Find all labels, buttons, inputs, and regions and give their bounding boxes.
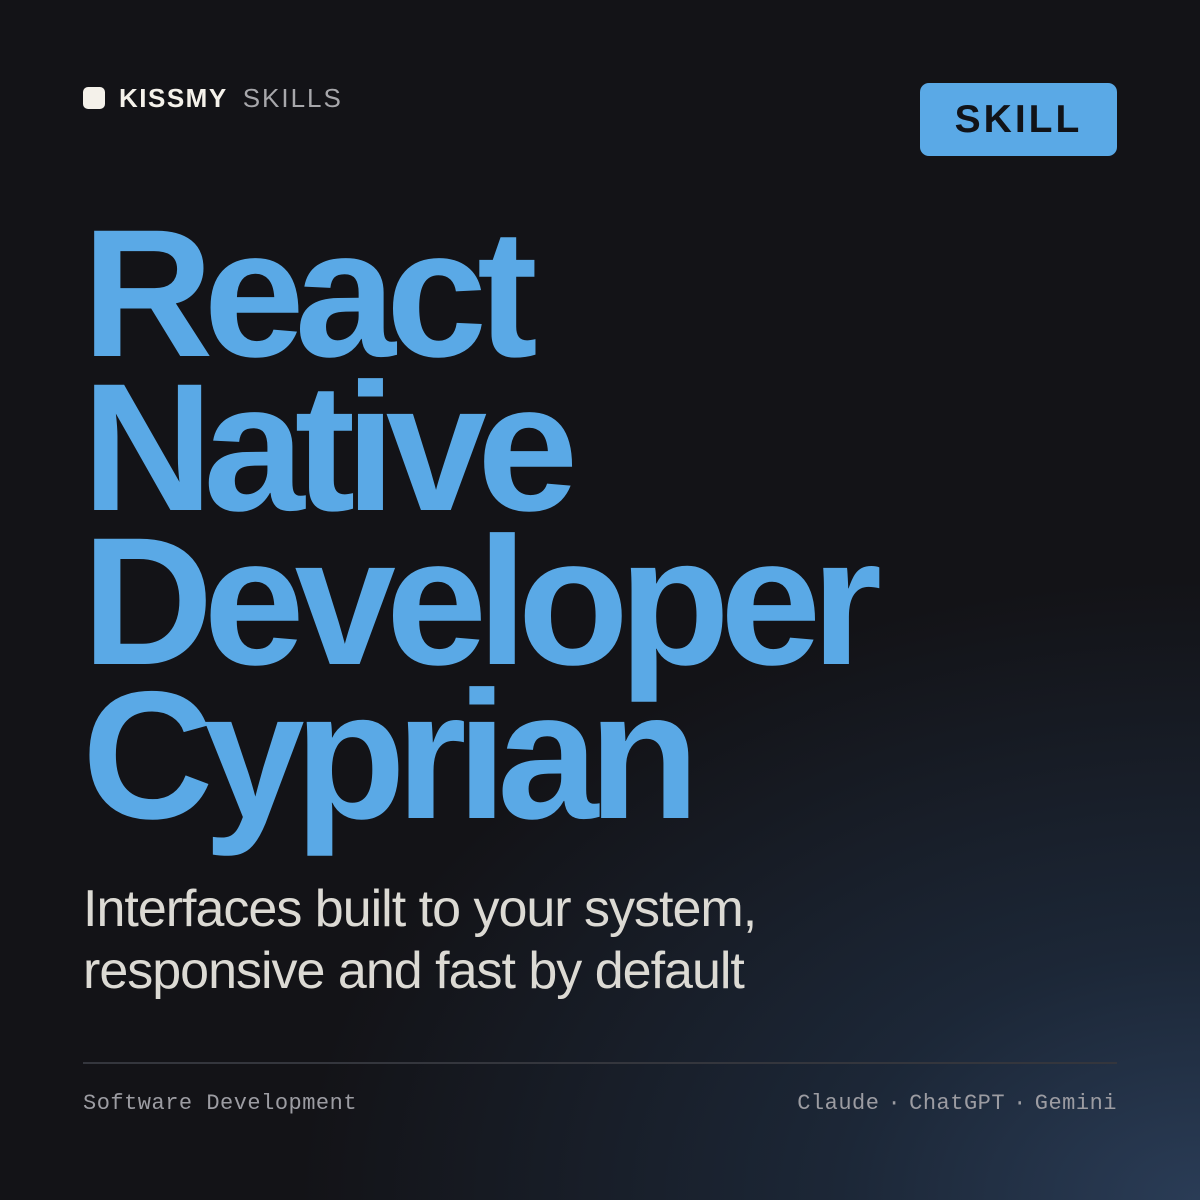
tagline-line: responsive and fast by default bbox=[83, 942, 745, 1000]
brand-square-icon bbox=[83, 87, 105, 109]
brand-subtitle: SKILLS bbox=[242, 82, 343, 113]
brand-logo: KISSMY SKILLS bbox=[83, 82, 343, 113]
platform-item: Claude bbox=[797, 1091, 880, 1116]
tagline-line: Interfaces built to your system, bbox=[83, 880, 757, 938]
category-label: Software Development bbox=[83, 1091, 358, 1116]
platform-item: ChatGPT bbox=[909, 1091, 1006, 1116]
separator-dot: · bbox=[1013, 1091, 1027, 1116]
separator-dot: · bbox=[887, 1091, 902, 1116]
platform-item: Gemini bbox=[1034, 1091, 1117, 1116]
tagline: Interfaces built to your system, respons… bbox=[83, 878, 757, 1002]
platform-list: Claude · ChatGPT · Gemini bbox=[797, 1091, 1117, 1116]
page-title: React Native Developer Cyprian bbox=[82, 202, 882, 846]
skill-badge: SKILL bbox=[920, 83, 1117, 156]
brand-name: KISSMY bbox=[119, 82, 228, 113]
footer-divider bbox=[83, 1062, 1117, 1064]
